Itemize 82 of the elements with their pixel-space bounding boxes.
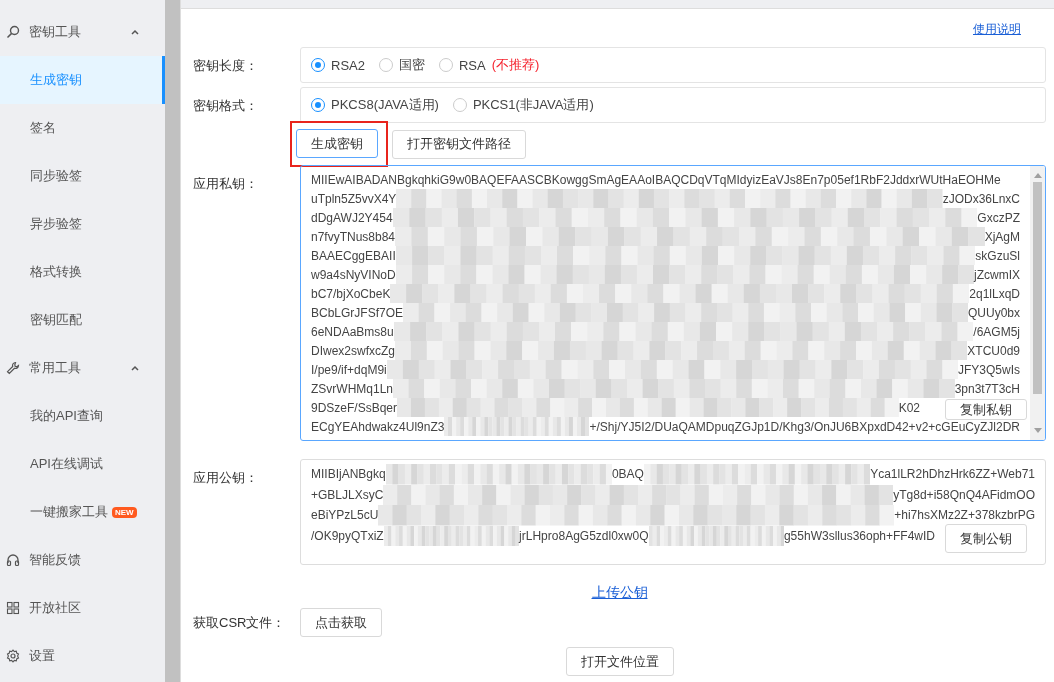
menu-item[interactable]: 密钥匹配 [0,296,165,344]
key-text: BCbLGrJFSf7OE [311,305,404,320]
key-text: Yca1lLR2hDhzHrk6ZZ+Web71 [870,467,1035,482]
key-text: QUUy0bx [968,305,1020,320]
action-button[interactable]: 打开密钥文件路径 [392,129,526,159]
menu-item[interactable]: 签名 [0,104,165,152]
key-text: n7fvyTNus8b84 [311,229,396,244]
key-text: 6eNDAaBms8u [311,324,394,339]
key-text: GxczPZ [977,210,1020,225]
key-text: yTg8d+i58QnQ4AFidmOO [893,487,1035,502]
open-folder-button[interactable]: 打开文件位置 [565,647,674,676]
settings-icon [6,649,20,663]
key-text: zJODx36LnxC [942,191,1020,206]
field-label: 密钥格式： [193,97,259,115]
menu-group[interactable]: 常用工具 [0,344,165,392]
key-text: I/pe9/if+dqM9i [311,362,387,377]
grid-icon [6,601,20,615]
menu-item[interactable]: 格式转换 [0,248,165,296]
radio-option[interactable]: PKCS1(非JAVA适用) [452,96,594,114]
key-text: 3pn3t7T3cH [954,381,1020,396]
menu-item[interactable]: 同步验签 [0,152,165,200]
chevron-icon [130,363,140,373]
key-text: skGzuSl [975,248,1020,263]
action-button[interactable]: 生成密钥 [296,129,378,158]
key-text: +/Shj/YJ5I2/DUaQAMDpuqZGJp1D/Khg3/OnJU6BXpxdD42+v2+cGEuCyZJl2DR [589,419,1020,434]
key-text: XTCU0d9 [967,343,1020,358]
menu-group[interactable]: 密钥工具 [0,8,165,56]
key-text: uTpln5Z5vvX4Y [311,191,397,206]
key-text: BAAECggEBAII [311,248,396,263]
key-text: JFY3Q5wIs [958,362,1020,377]
key-textarea[interactable]: MIIBIjANBgkq 0BAQ Yca1lLR2hDhzHrk6ZZ+Web71 +GBLJLXsyC yTg8d+i58QnQ4AFidmOO eBiYPzL5cU +hi7hsXMz2Z+378kzbrPG /OK9pyQTxiZ jrLHpro8AgG5zdl0xw0Q g55hW3sllus36oph+FF4wID 复制公钥 [300,459,1046,565]
key-text: g55hW3sllus36oph+FF4wID [783,528,935,543]
key-text: /6AGM5j [973,324,1020,339]
menu-item[interactable]: 一键搬家工具 NEW [0,488,165,536]
radio-option[interactable]: 国密 [378,56,425,74]
search-icon [6,25,20,39]
key-text: jrLHpro8AgG5zdl0xw0Q [519,528,649,543]
menu-item[interactable]: 开放社区 [0,584,165,632]
key-text: ECgYEAhdwakz4Ul9nZ3 [311,419,445,434]
radio-option[interactable]: RSA2 [311,57,365,73]
key-text: K02 [898,400,920,415]
help-link[interactable]: 使用说明 [973,21,1021,47]
key-text: XjAgM [984,229,1020,244]
fetch-button[interactable]: 点击获取 [300,608,382,637]
key-text: +hi7hsXMz2Z+378kzbrPG [894,508,1035,523]
menu-item[interactable]: 我的API查询 [0,392,165,440]
key-text: ZSvrWHMq1Ln [311,381,393,396]
key-textarea[interactable] [300,165,1046,441]
scrollbar[interactable] [165,0,180,682]
key-text: bC7/bjXoCbeK [311,286,391,301]
upload-link[interactable]: 上传公钥 [591,584,648,602]
menu-item[interactable]: 设置 [0,632,165,680]
copy-button[interactable]: 复制私钥 [945,399,1027,420]
headphones-icon [6,553,20,567]
field-label: 应用公钥： [193,469,259,487]
key-text: +GBLJLXsyC [311,487,384,502]
key-text: eBiYPzL5cU [311,508,379,523]
menu-item[interactable]: 异步验签 [0,200,165,248]
key-text: 9DSzeF/SsBqer [311,400,398,415]
copy-button[interactable]: 复制公钥 [945,524,1027,553]
field-label: 获取CSR文件： [193,613,287,632]
key-text: jZcwmIX [974,267,1020,282]
key-text: w9a4sNyVINoD [311,267,396,282]
menu-item[interactable]: 智能反馈 [0,536,165,584]
scroll-down-icon[interactable] [1033,428,1042,434]
scrollbar[interactable] [1030,166,1045,440]
radio-option[interactable]: PKCS8(JAVA适用) [311,96,439,114]
menu-item[interactable]: API在线调试 [0,440,165,488]
scroll-up-icon[interactable] [1033,172,1042,178]
key-text: MIIEwAIBADANBgkqhkiG9w0BAQEFAASCBKowggSmAgEAAoIBAQCDqVTqMIdyizEaVJs8En7p05ef1RbF2JddxrWUtHaEOHMe [311,172,1001,187]
wrench-icon [6,361,20,375]
radio-option[interactable]: RSA (不推荐) [438,56,540,74]
key-text: 0BAQ [611,467,644,482]
new-badge: NEW [112,506,137,518]
key-text: /OK9pyQTxiZ [311,528,384,543]
key-text: dDgAWJ2Y454 [311,210,393,225]
key-text: DIwex2swfxcZg [311,343,396,358]
field-label: 密钥长度： [193,57,259,75]
field-label: 应用私钥： [193,175,259,193]
chevron-icon [130,27,140,37]
key-text: 2q1lLxqD [969,286,1020,301]
key-text: MIIBIjANBgkq [311,467,386,482]
